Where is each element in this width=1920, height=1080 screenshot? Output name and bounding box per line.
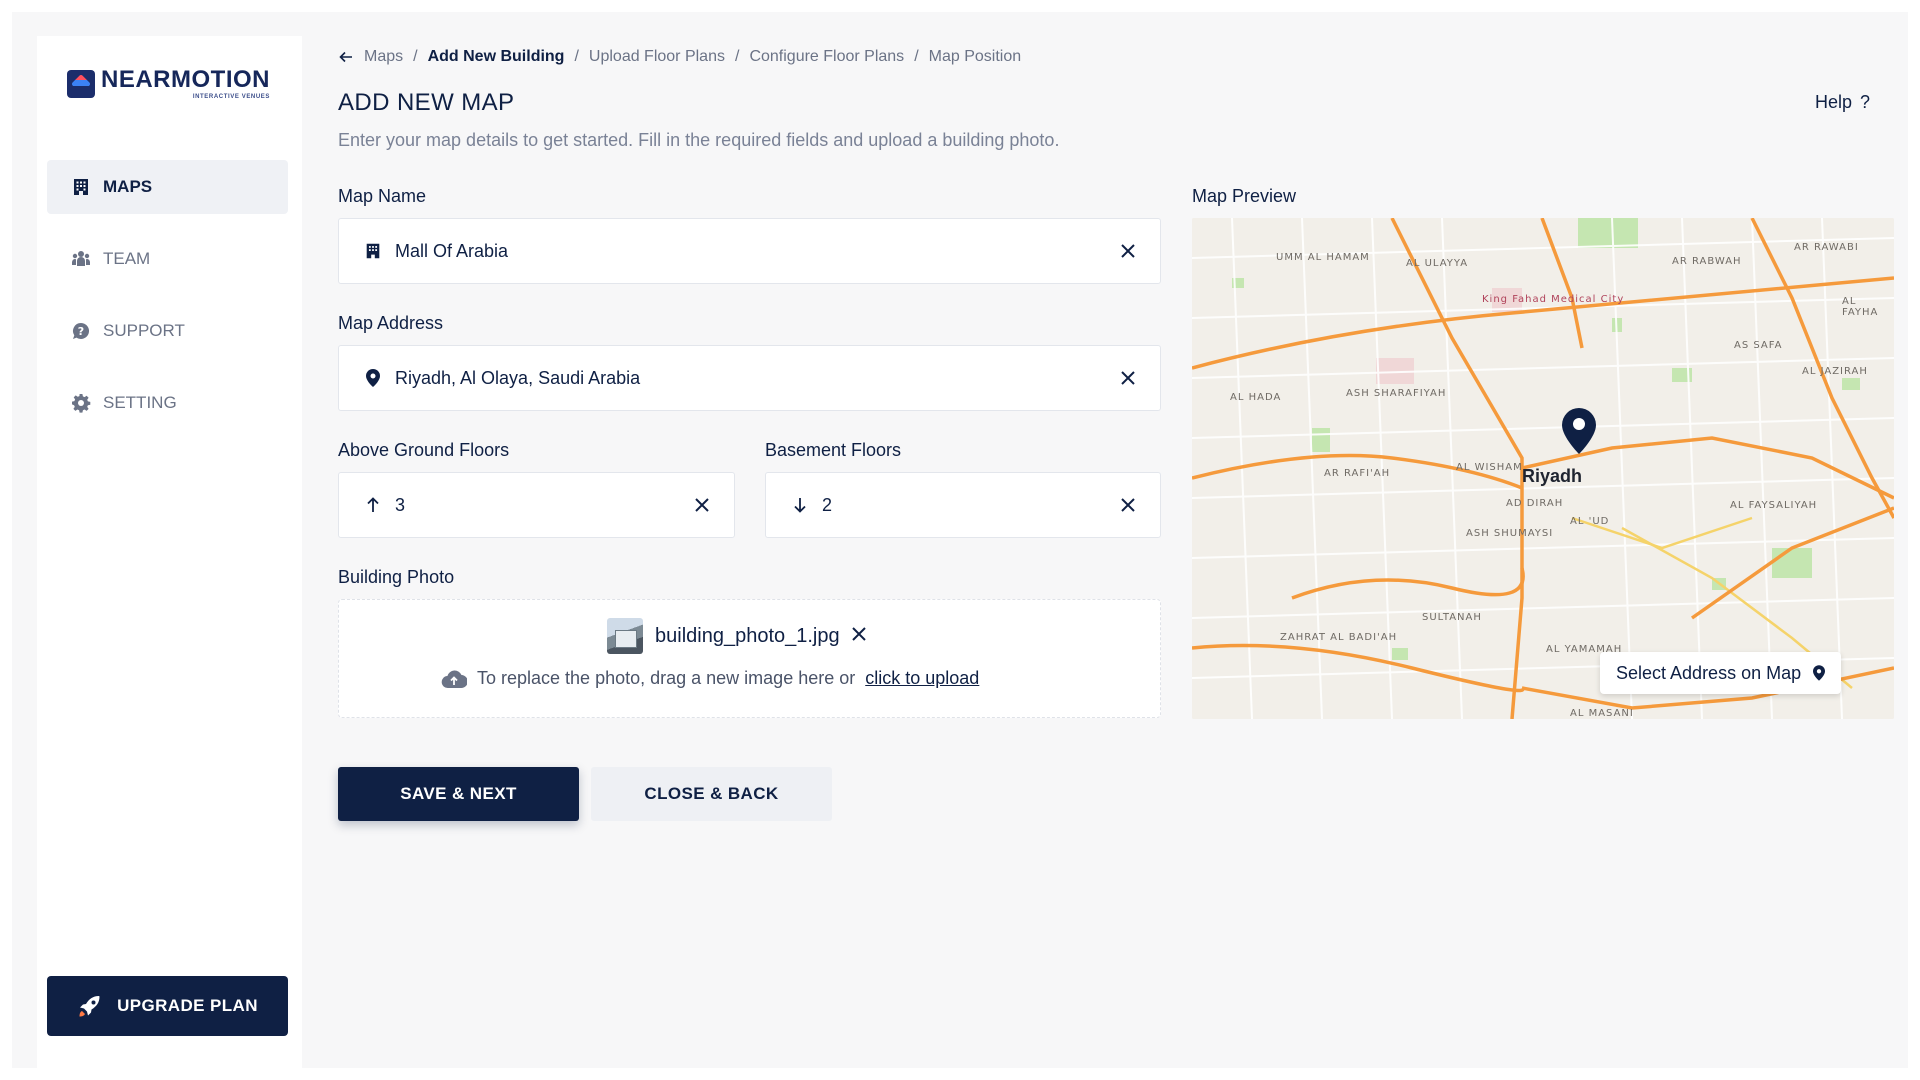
building-photo-label: Building Photo (338, 567, 455, 587)
map-label: SULTANAH (1422, 612, 1482, 623)
map-preview[interactable]: UMM AL HAMAM AL ULAYYA AR RABWAH AR RAWA… (1192, 218, 1894, 719)
upgrade-plan-label: UPGRADE PLAN (117, 996, 258, 1015)
sidebar-item-team[interactable]: TEAM (47, 232, 288, 286)
select-address-label: Select Address on Map (1616, 662, 1802, 683)
map-label: AD DIRAH (1506, 498, 1564, 509)
building-icon (363, 241, 383, 261)
map-label: AL JAZIRAH (1802, 366, 1868, 377)
replace-photo-text: To replace the photo, drag a new image h… (477, 668, 856, 688)
sidebar-item-label: MAPS (103, 177, 153, 196)
rocket-icon (79, 996, 100, 1017)
map-label: AL FAYSALIYAH (1730, 500, 1818, 511)
page-subtitle: Enter your map details to get started. F… (338, 130, 1060, 150)
replace-photo-hint: To replace the photo, drag a new image h… (441, 668, 979, 689)
brand-tagline: INTERACTIVE VENUES (192, 94, 270, 100)
breadcrumb-item-upload-floor-plans[interactable]: Upload Floor Plans (589, 48, 725, 66)
map-label: AL FAYHA (1842, 296, 1879, 318)
remove-file-icon[interactable] (851, 626, 866, 646)
map-label: AR RABWAH (1672, 256, 1742, 267)
breadcrumb-item-configure-floor-plans[interactable]: Configure Floor Plans (749, 48, 904, 66)
map-label: UMM AL HAMAM (1276, 252, 1370, 263)
sidebar-item-label: SETTING (103, 393, 177, 412)
location-pin-icon (363, 368, 383, 388)
page-title: ADD NEW MAP (338, 89, 515, 116)
map-label: ASH SHUMAYSI (1466, 528, 1554, 539)
map-label: ASH SHARAFIYAH (1346, 388, 1447, 399)
building-photo-thumbnail (607, 618, 643, 654)
help-label: Help (1815, 92, 1853, 112)
sidebar-item-label: TEAM (103, 249, 151, 268)
map-label: AL MASANI (1570, 708, 1634, 719)
map-label: AL ULAYYA (1406, 258, 1469, 269)
clear-above-ground-icon[interactable] (692, 495, 712, 515)
map-label: AR RAWABI (1794, 242, 1859, 253)
save-next-button[interactable]: SAVE & NEXT (338, 767, 579, 821)
map-label: AS SAFA (1734, 340, 1783, 351)
above-ground-floors-label: Above Ground Floors (338, 440, 510, 460)
brand-logo[interactable]: NEARMOTION INTERACTIVE VENUES (67, 68, 270, 100)
clear-map-name-icon[interactable] (1118, 241, 1138, 261)
click-to-upload-link[interactable]: click to upload (865, 668, 979, 689)
map-name-value[interactable]: Mall Of Arabia (395, 241, 1118, 262)
help-button[interactable]: Help ? (1815, 92, 1870, 113)
select-address-on-map-button[interactable]: Select Address on Map (1600, 652, 1842, 694)
basement-floors-value[interactable]: 2 (822, 495, 1118, 516)
basement-floors-label: Basement Floors (765, 440, 902, 460)
above-ground-floors-field[interactable]: 3 (338, 472, 735, 538)
breadcrumb-separator: / (914, 48, 919, 65)
sidebar-item-support[interactable]: ? SUPPORT (47, 304, 288, 358)
sidebar-item-maps[interactable]: MAPS (47, 160, 288, 214)
team-icon (72, 251, 90, 266)
gear-icon (72, 394, 91, 413)
map-label: King Fahad Medical City (1482, 294, 1625, 305)
map-label: AL WISHAM (1456, 462, 1523, 473)
uploaded-file: building_photo_1.jpg (607, 618, 866, 654)
arrow-up-icon (363, 495, 383, 515)
map-name-field[interactable]: Mall Of Arabia (338, 218, 1161, 284)
cloud-upload-icon (441, 670, 467, 688)
sidebar-nav: MAPS TEAM ? SUPPORT SETTING (47, 160, 288, 448)
map-location-pin-icon (1562, 408, 1596, 454)
arrow-down-icon (790, 495, 810, 515)
sidebar-item-label: SUPPORT (103, 321, 185, 340)
above-ground-floors-value[interactable]: 3 (395, 495, 692, 516)
brand-name: NEARMOTION (101, 66, 270, 93)
breadcrumb-item-map-position[interactable]: Map Position (929, 48, 1022, 66)
support-icon: ? (72, 322, 90, 339)
sidebar-item-setting[interactable]: SETTING (47, 376, 288, 430)
map-name-label: Map Name (338, 186, 427, 206)
sidebar: NEARMOTION INTERACTIVE VENUES MAPS TEAM … (37, 36, 302, 1068)
breadcrumb-separator: / (734, 48, 740, 65)
breadcrumb: Maps / Add New Building / Upload Floor P… (338, 48, 1021, 66)
map-preview-label: Map Preview (1192, 186, 1297, 206)
map-label: AR RAFI'AH (1324, 468, 1391, 479)
breadcrumb-separator: / (574, 48, 579, 65)
back-arrow-icon[interactable] (338, 49, 354, 65)
svg-text:?: ? (78, 325, 84, 338)
breadcrumb-separator: / (413, 48, 418, 65)
help-question-icon: ? (1860, 92, 1871, 112)
building-photo-dropzone[interactable]: building_photo_1.jpg To replace the phot… (338, 599, 1161, 718)
breadcrumb-item-maps[interactable]: Maps (364, 48, 403, 66)
map-label: AL 'UD (1570, 516, 1610, 527)
map-address-label: Map Address (338, 313, 444, 333)
breadcrumb-item-add-new-building[interactable]: Add New Building (428, 48, 565, 66)
file-name: building_photo_1.jpg (655, 624, 840, 647)
upgrade-plan-button[interactable]: UPGRADE PLAN (47, 976, 288, 1036)
logo-mark-icon (67, 70, 95, 98)
map-city-label: Riyadh (1522, 466, 1583, 486)
map-label: ZAHRAT AL BADI'AH (1280, 632, 1398, 643)
clear-map-address-icon[interactable] (1118, 368, 1138, 388)
map-address-value[interactable]: Riyadh, Al Olaya, Saudi Arabia (395, 368, 1118, 389)
map-label: AL HADA (1230, 392, 1282, 403)
location-pin-icon (1813, 665, 1826, 681)
map-address-field[interactable]: Riyadh, Al Olaya, Saudi Arabia (338, 345, 1161, 411)
close-back-button[interactable]: CLOSE & BACK (591, 767, 832, 821)
clear-basement-icon[interactable] (1118, 495, 1138, 515)
basement-floors-field[interactable]: 2 (765, 472, 1161, 538)
building-icon (74, 179, 88, 195)
